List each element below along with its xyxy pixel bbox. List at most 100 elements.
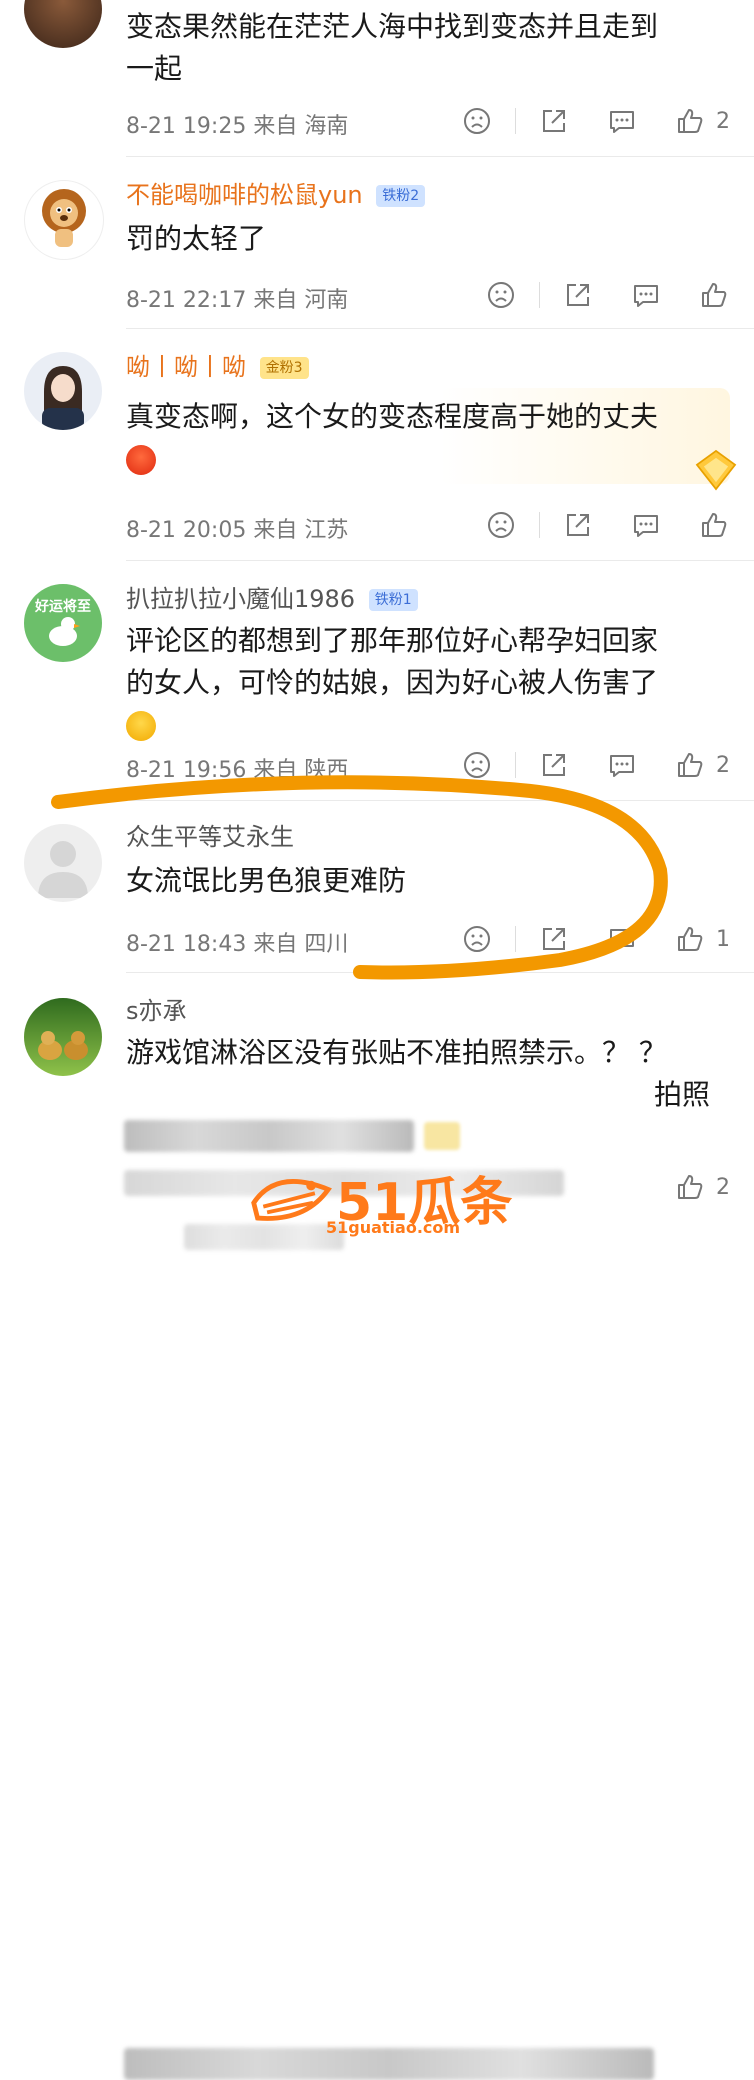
avatar[interactable] [24,0,102,48]
divider [126,972,754,973]
comment-actions [485,508,730,542]
crying-emoji-icon [126,711,156,741]
share-icon [567,284,589,306]
comment-icon [610,929,634,951]
divider [126,156,754,157]
watermark-logo-icon [251,1179,332,1221]
dislike-button[interactable] [461,105,493,137]
share-icon [543,754,565,776]
thumbs-up-icon [678,109,703,133]
share-icon [543,928,565,950]
comment-actions: 2 [461,748,730,782]
share-icon [567,514,589,536]
dislike-button[interactable] [461,923,493,955]
comment-text: 罚的太轻了 [126,222,267,255]
comment-icon [610,111,634,133]
like-count: 2 [716,108,730,134]
comment-icon [634,515,658,537]
share-button[interactable] [538,105,570,137]
watermark: 51瓜条 51guatiao.com [248,1160,518,1240]
separator [515,926,516,952]
sad-face-icon [464,108,490,134]
watermark-url: 51guatiao.com [326,1218,461,1237]
comment-text: 真变态啊，这个女的变态程度高于她的丈夫 [126,396,726,480]
share-button[interactable] [562,509,594,541]
username[interactable]: 呦丨呦丨呦 金粉3 [126,352,309,382]
like-button[interactable]: 2 [674,749,730,781]
separator [515,752,516,778]
username[interactable]: 众生平等艾永生 [126,822,294,852]
comment-actions [485,278,730,312]
comment-actions: 2 [461,104,730,138]
comment-meta: 8-21 19:56 来自 陕西 [126,758,349,783]
thumbs-up-icon [702,283,727,307]
like-button[interactable]: 1 [674,923,730,955]
reply-button[interactable] [606,105,638,137]
avatar[interactable] [24,824,102,902]
comment-meta: 8-21 22:17 来自 河南 [126,288,349,313]
like-button[interactable] [698,279,730,311]
comment-actions: 2 [674,1170,730,1204]
girl-avatar-icon [42,366,84,430]
like-button[interactable]: 2 [674,105,730,137]
duck-avatar-icon [49,617,80,646]
sad-face-icon [464,926,490,952]
sad-face-icon [464,752,490,778]
avatar[interactable] [24,352,102,430]
comment-icon [634,285,658,307]
blurred-emoji [424,1122,460,1150]
share-button[interactable] [538,923,570,955]
reply-button[interactable] [606,749,638,781]
separator [515,108,516,134]
lion-avatar-icon [42,189,86,247]
dislike-button[interactable] [485,509,517,541]
comment-icon [610,755,634,777]
sad-face-icon [488,282,514,308]
divider [126,800,754,801]
username[interactable]: s亦承 [126,996,187,1026]
share-button[interactable] [538,749,570,781]
avatar[interactable]: 好运将至 [24,584,102,662]
blurred-text [124,1120,414,1152]
fan-badge: 铁粉2 [376,185,426,207]
like-count: 1 [716,926,730,952]
reply-button[interactable] [606,923,638,955]
comment-text: 评论区的都想到了那年那位好心帮孕妇回家 的女人，可怜的姑娘，因为好心被人伤害了 [126,620,726,746]
blurred-text [124,2048,654,2080]
comment-meta: 8-21 18:43 来自 四川 [126,932,349,957]
sad-face-icon [488,512,514,538]
username[interactable]: 不能喝咖啡的松鼠yun 铁粉2 [126,180,426,210]
dislike-button[interactable] [485,279,517,311]
like-button[interactable] [698,509,730,541]
reply-button[interactable] [630,279,662,311]
thumbs-up-icon [678,1175,703,1199]
divider [126,560,754,561]
comment-actions: 1 [461,922,730,956]
thumbs-up-icon [678,927,703,951]
gold-diamond-icon [695,449,737,491]
share-icon [543,110,565,132]
comment-meta: 8-21 19:25 来自 海南 [126,114,349,139]
dislike-button[interactable] [461,749,493,781]
angry-emoji-icon [126,445,156,475]
thumbs-up-icon [678,753,703,777]
like-button[interactable]: 2 [674,1171,730,1203]
like-count: 2 [716,752,730,778]
comment-text-tail: 拍照 [654,1078,711,1111]
avatar[interactable] [24,180,104,260]
reply-button[interactable] [630,509,662,541]
fan-badge: 金粉3 [259,357,309,379]
username[interactable]: 扒拉扒拉小魔仙1986 铁粉1 [126,584,418,614]
like-count: 2 [716,1174,730,1200]
avatar[interactable] [24,998,102,1076]
comment-meta: 8-21 20:05 来自 江苏 [126,518,349,543]
comment-text: 变态果然能在茫茫人海中找到变态并且走到 一起 [126,10,659,85]
divider [126,328,754,329]
separator [539,282,540,308]
fan-badge: 铁粉1 [368,589,418,611]
share-button[interactable] [562,279,594,311]
separator [539,512,540,538]
comment-text: 女流氓比男色狼更难防 [126,864,407,897]
puppies-avatar-icon [38,1031,88,1060]
thumbs-up-icon [702,513,727,537]
